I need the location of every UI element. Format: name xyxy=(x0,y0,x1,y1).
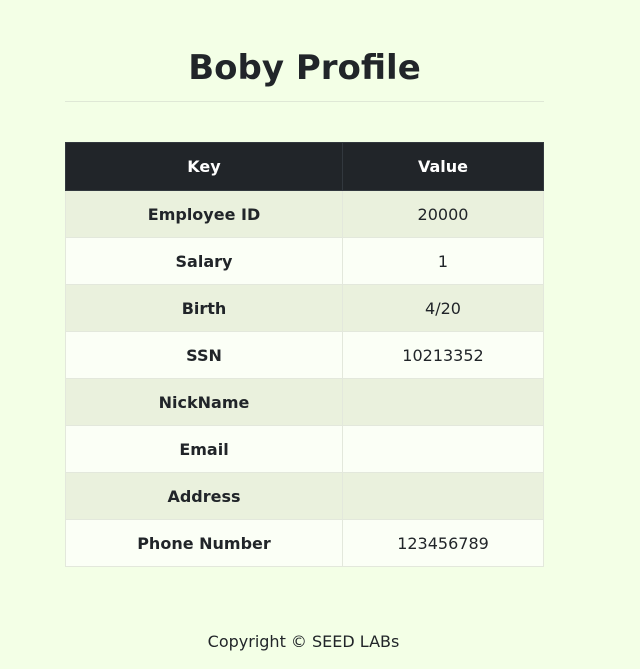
row-value-birth: 4/20 xyxy=(342,284,544,332)
row-key-ssn: SSN xyxy=(65,331,343,379)
row-key-birth: Birth xyxy=(65,284,343,332)
column-header-key: Key xyxy=(65,142,343,191)
row-value-nickname xyxy=(342,378,544,426)
table-row: Salary 1 xyxy=(65,237,544,285)
row-value-phone-number: 123456789 xyxy=(342,519,544,567)
table-row: SSN 10213352 xyxy=(65,331,544,379)
column-header-value: Value xyxy=(342,142,544,191)
row-value-email xyxy=(342,425,544,473)
page-title: Boby Profile xyxy=(188,48,421,88)
table-row: NickName xyxy=(65,378,544,426)
row-key-email: Email xyxy=(65,425,343,473)
row-key-address: Address xyxy=(65,472,343,520)
row-value-ssn: 10213352 xyxy=(342,331,544,379)
row-value-employee-id: 20000 xyxy=(342,190,544,238)
row-key-nickname: NickName xyxy=(65,378,343,426)
footer-copyright: Copyright © SEED LABs xyxy=(207,632,400,651)
table-row: Phone Number 123456789 xyxy=(65,519,544,567)
profile-table: Key Value Employee ID 20000 Salary 1 Bir… xyxy=(65,142,544,567)
table-row: Birth 4/20 xyxy=(65,284,544,332)
table-row: Email xyxy=(65,425,544,473)
title-divider xyxy=(65,101,544,102)
table-row: Address xyxy=(65,472,544,520)
row-value-salary: 1 xyxy=(342,237,544,285)
profile-container: Boby Profile Key Value Employee ID 20000… xyxy=(65,0,544,567)
row-key-employee-id: Employee ID xyxy=(65,190,343,238)
table-row: Employee ID 20000 xyxy=(65,190,544,238)
row-value-address xyxy=(342,472,544,520)
row-key-salary: Salary xyxy=(65,237,343,285)
row-key-phone-number: Phone Number xyxy=(65,519,343,567)
table-header-row: Key Value xyxy=(65,142,544,191)
